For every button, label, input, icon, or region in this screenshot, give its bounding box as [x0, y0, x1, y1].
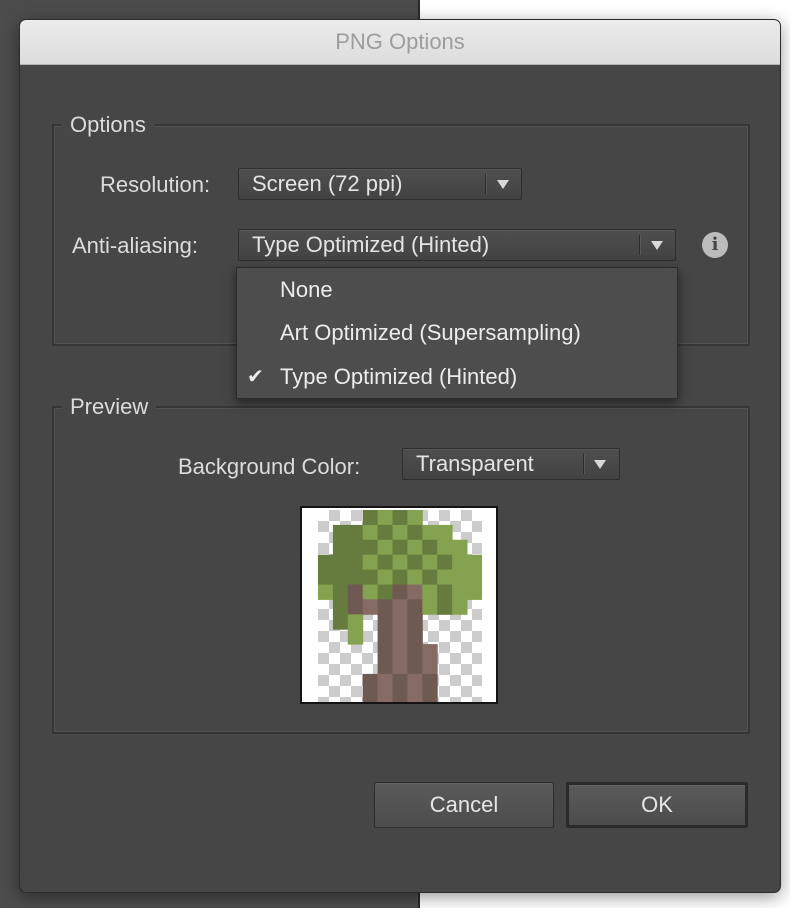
preview-image	[300, 506, 498, 704]
menu-item-label: Art Optimized (Supersampling)	[280, 320, 581, 345]
dialog-title: PNG Options	[20, 20, 780, 65]
menu-item-none[interactable]: None	[237, 268, 677, 312]
resolution-select[interactable]: Screen (72 ppi)	[238, 168, 522, 200]
cancel-button[interactable]: Cancel	[374, 782, 554, 828]
menu-item-label: Type Optimized (Hinted)	[280, 364, 518, 389]
chevron-down-icon	[497, 180, 509, 189]
background-color-select-value: Transparent	[416, 451, 534, 476]
background-color-select-separator	[583, 454, 584, 474]
info-icon[interactable]: i	[702, 232, 728, 258]
background-color-select[interactable]: Transparent	[402, 448, 620, 480]
resolution-label: Resolution:	[100, 172, 211, 197]
background-color-label: Background Color:	[178, 454, 361, 479]
menu-item-label: None	[280, 277, 333, 302]
chevron-down-icon	[594, 460, 606, 469]
checkmark-icon: ✔	[247, 366, 264, 388]
pixel-tree-icon	[318, 510, 482, 702]
menu-item-type-optimized[interactable]: ✔ Type Optimized (Hinted)	[237, 355, 677, 399]
antialiasing-select[interactable]: Type Optimized (Hinted)	[238, 229, 676, 261]
antialiasing-select-separator	[639, 235, 640, 255]
ok-button[interactable]: OK	[566, 782, 748, 828]
preview-group-title: Preview	[62, 394, 157, 420]
resolution-select-value: Screen (72 ppi)	[252, 171, 403, 196]
options-group-title: Options	[62, 112, 154, 138]
antialiasing-select-value: Type Optimized (Hinted)	[252, 232, 490, 257]
antialiasing-label: Anti-aliasing:	[72, 233, 198, 258]
png-options-dialog: PNG Options Options Resolution: Screen (…	[20, 20, 780, 892]
resolution-select-separator	[485, 174, 486, 194]
antialiasing-dropdown-menu: None Art Optimized (Supersampling) ✔ Typ…	[236, 267, 678, 399]
menu-item-art-optimized[interactable]: Art Optimized (Supersampling)	[237, 311, 677, 355]
chevron-down-icon	[651, 241, 663, 250]
